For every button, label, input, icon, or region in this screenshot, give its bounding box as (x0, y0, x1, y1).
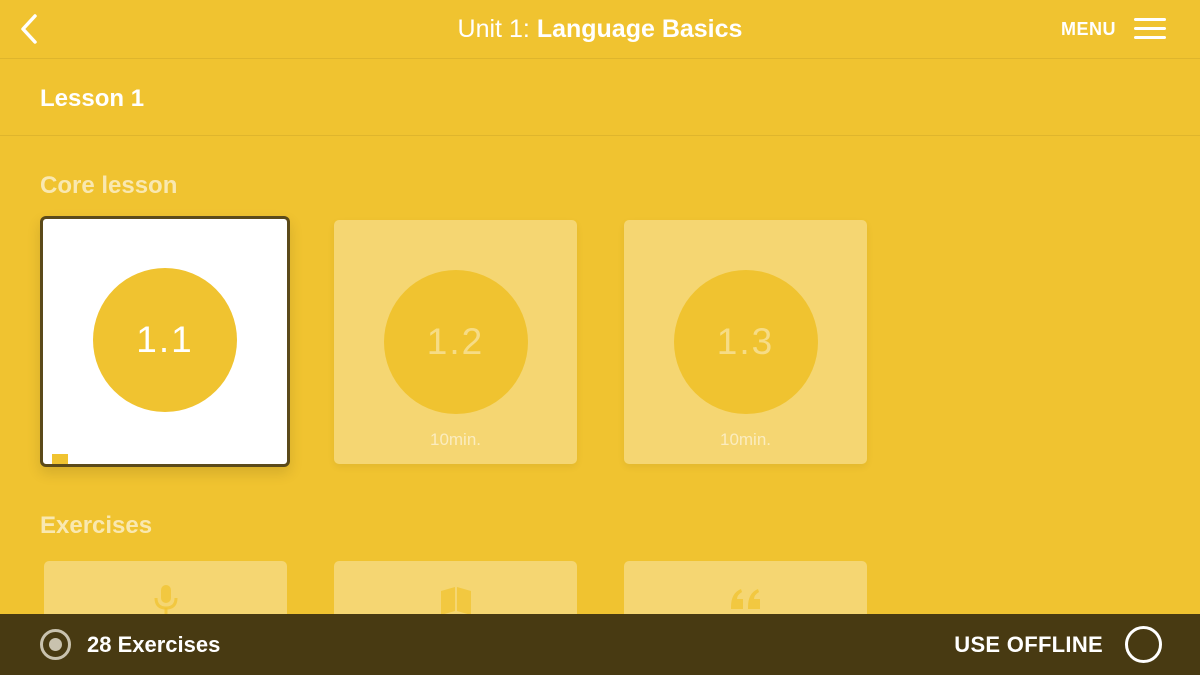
lesson-duration: 10min. (429, 430, 482, 449)
lesson-header: Lesson 1 (0, 59, 1200, 136)
microphone-icon (154, 585, 177, 616)
lesson-number-badge: 1.2 (383, 270, 528, 414)
lesson-screen: Unit 1: Language Basics MENU Lesson 1 Co… (0, 0, 1200, 675)
lesson-title: Lesson 1 (40, 85, 145, 112)
lesson-duration: 10min. (719, 430, 772, 449)
exercises-count-label: 28 Exercises (87, 631, 221, 657)
use-offline-label: USE OFFLINE (954, 631, 1103, 657)
lesson-number-badge: 1.1 (93, 268, 237, 412)
quote-icon (730, 589, 760, 609)
page-title: Unit 1: Language Basics (0, 0, 1200, 59)
radio-target-icon (40, 629, 71, 660)
empty-circle-icon[interactable] (1125, 626, 1162, 663)
lesson-card-1-3[interactable]: 1.3 10min. (624, 220, 867, 464)
menu-label: MENU (1061, 18, 1116, 39)
lesson-card-1-1[interactable]: 1.1 (40, 216, 290, 467)
back-button[interactable] (14, 10, 44, 48)
top-bar: Unit 1: Language Basics MENU (0, 0, 1200, 59)
menu-button[interactable]: MENU (1061, 10, 1166, 48)
lesson-card-1-2[interactable]: 1.2 10min. (334, 220, 577, 464)
book-icon (440, 587, 471, 615)
bottom-bar: 28 Exercises USE OFFLINE (0, 614, 1200, 675)
progress-marker (52, 454, 68, 464)
exercises-heading: Exercises (40, 512, 153, 539)
chevron-left-icon (21, 14, 37, 44)
unit-label: Unit 1: (457, 15, 530, 43)
lesson-number-badge: 1.3 (673, 270, 818, 414)
unit-name: Language Basics (536, 15, 743, 43)
use-offline-toggle[interactable]: USE OFFLINE (954, 614, 1162, 675)
core-lesson-heading: Core lesson (40, 172, 178, 199)
exercises-count-button[interactable]: 28 Exercises (40, 614, 220, 675)
hamburger-icon (1134, 18, 1166, 40)
